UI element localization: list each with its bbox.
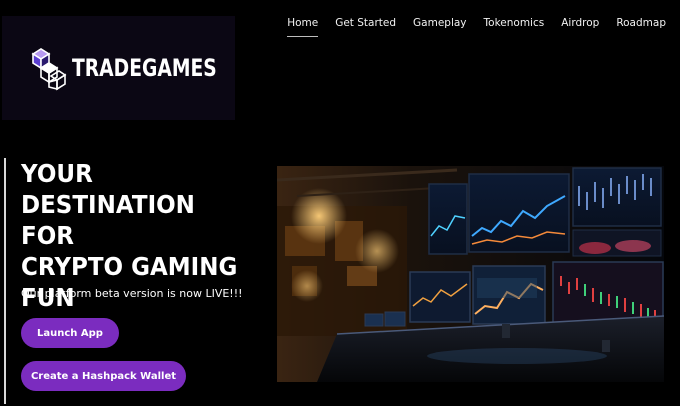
hero-accent-bar: [4, 158, 6, 404]
nav-get-started[interactable]: Get Started: [335, 17, 396, 37]
nav-gameplay[interactable]: Gameplay: [413, 17, 467, 37]
hero-title-line: DESTINATION FOR: [21, 190, 195, 250]
hero-subtitle: Our platform beta version is now LIVE!!!: [21, 287, 243, 300]
hero-title-line: CRYPTO GAMING: [21, 252, 238, 281]
brand-name: TRADEGAMES: [72, 54, 217, 82]
hero-image: [277, 166, 664, 382]
main-nav: Home Get Started Gameplay Tokenomics Air…: [270, 17, 666, 37]
nav-roadmap[interactable]: Roadmap: [616, 17, 666, 37]
nav-tokenomics[interactable]: Tokenomics: [484, 17, 545, 37]
nav-airdrop[interactable]: Airdrop: [561, 17, 599, 37]
trading-room-illustration: [277, 166, 664, 382]
create-hashpack-wallet-button[interactable]: Create a Hashpack Wallet: [21, 361, 186, 391]
isometric-cubes-icon: [31, 48, 67, 91]
page: TRADEGAMES Home Get Started Gameplay Tok…: [0, 0, 680, 406]
hero-title-line: YOUR: [21, 159, 93, 188]
logo[interactable]: TRADEGAMES: [2, 16, 235, 120]
nav-home[interactable]: Home: [287, 17, 319, 37]
launch-app-button[interactable]: Launch App: [21, 318, 119, 348]
